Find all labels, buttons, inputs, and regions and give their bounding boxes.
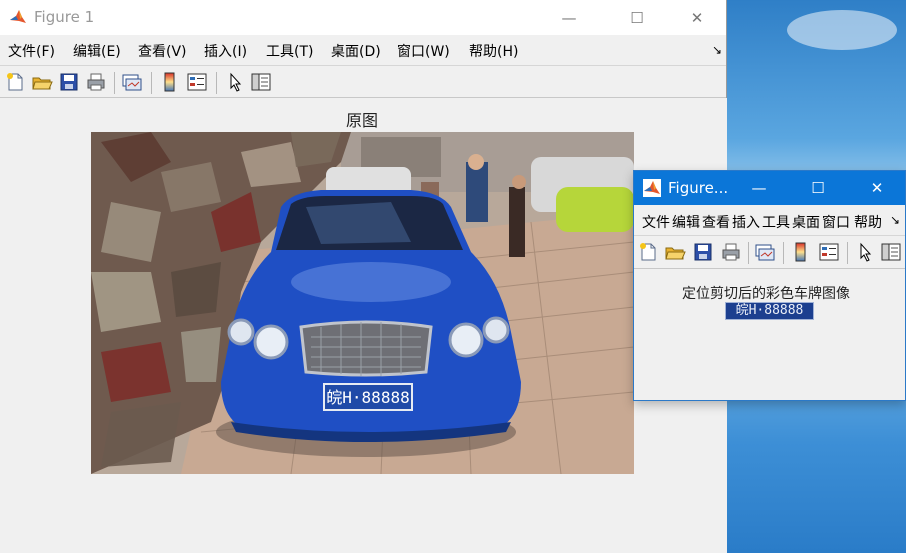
menu-window[interactable]: 窗口 — [822, 212, 850, 232]
maximize-button[interactable]: ☐ — [795, 171, 841, 205]
property-editor-icon[interactable] — [250, 71, 272, 93]
open-file-icon[interactable] — [31, 71, 53, 93]
menu-tools[interactable]: 工具 — [762, 212, 790, 232]
toolbar-separator — [748, 242, 749, 264]
menu-desktop[interactable]: 桌面(D) — [331, 41, 381, 61]
print-icon[interactable] — [85, 71, 107, 93]
property-editor-icon[interactable] — [880, 241, 902, 263]
menu-edit[interactable]: 编辑(E) — [73, 41, 121, 61]
dock-arrow-icon[interactable]: ↘ — [890, 213, 900, 227]
pointer-icon[interactable] — [854, 241, 876, 263]
maximize-button[interactable]: ☐ — [614, 0, 660, 35]
colorbar-icon[interactable] — [790, 241, 812, 263]
new-figure-icon[interactable] — [637, 241, 659, 263]
cloud — [787, 10, 897, 50]
figure-toolbar — [634, 235, 905, 269]
menu-window[interactable]: 窗口(W) — [397, 41, 450, 61]
minimize-icon: — — [561, 8, 577, 27]
minimize-button[interactable]: — — [546, 0, 592, 35]
menu-view[interactable]: 查看(V) — [138, 41, 187, 61]
figure2-window[interactable]: Figure... — ☐ ✕ 文件 编辑 查看 插入 工具 桌面 窗口 帮助 … — [633, 170, 906, 401]
save-icon[interactable] — [58, 71, 80, 93]
menu-bar: 文件(F) 编辑(E) 查看(V) 插入(I) 工具(T) 桌面(D) 窗口(W… — [0, 35, 726, 65]
open-file-icon[interactable] — [664, 241, 686, 263]
toolbar-separator — [783, 242, 784, 264]
window-title: Figure 1 — [34, 8, 95, 26]
menu-file[interactable]: 文件(F) — [8, 41, 55, 61]
menu-edit[interactable]: 编辑 — [672, 212, 700, 232]
legend-icon[interactable] — [186, 71, 208, 93]
toolbar-separator — [151, 72, 152, 94]
menu-bar: 文件 编辑 查看 插入 工具 桌面 窗口 帮助 ↘ — [634, 205, 905, 235]
print-icon[interactable] — [720, 241, 742, 263]
car-photo: 皖H·88888 — [91, 132, 634, 474]
minimize-button[interactable]: — — [736, 171, 782, 205]
menu-insert[interactable]: 插入 — [732, 212, 760, 232]
figure-toolbar — [0, 65, 726, 98]
legend-icon[interactable] — [818, 241, 840, 263]
plate-text: 皖H·88888 — [326, 388, 409, 407]
menu-insert[interactable]: 插入(I) — [204, 41, 247, 61]
menu-file[interactable]: 文件 — [642, 212, 670, 232]
maximize-icon: ☐ — [811, 179, 825, 197]
menu-tools[interactable]: 工具(T) — [266, 41, 313, 61]
minimize-icon: — — [751, 179, 767, 197]
toolbar-separator — [847, 242, 848, 264]
dock-arrow-icon[interactable]: ↘ — [712, 43, 722, 57]
link-plot-icon[interactable] — [754, 241, 776, 263]
original-image: 皖H·88888 — [91, 132, 634, 474]
window-title: Figure... — [668, 179, 729, 197]
menu-help[interactable]: 帮助 — [854, 212, 882, 232]
close-icon: ✕ — [870, 179, 884, 197]
figure2-titlebar[interactable]: Figure... — ☐ ✕ — [634, 171, 905, 205]
cropped-plate-image: 皖H·88888 — [725, 302, 814, 320]
matlab-icon — [643, 179, 661, 197]
close-button[interactable]: ✕ — [854, 171, 900, 205]
toolbar-separator — [114, 72, 115, 94]
matlab-icon — [9, 8, 27, 26]
new-figure-icon[interactable] — [4, 71, 26, 93]
menu-help[interactable]: 帮助(H) — [469, 41, 518, 61]
figure1-titlebar[interactable]: Figure 1 — ☐ ✕ — [0, 0, 726, 35]
menu-desktop[interactable]: 桌面 — [792, 212, 820, 232]
close-button[interactable]: ✕ — [674, 0, 720, 35]
pointer-icon[interactable] — [224, 71, 246, 93]
maximize-icon: ☐ — [630, 8, 644, 27]
colorbar-icon[interactable] — [159, 71, 181, 93]
toolbar-separator — [216, 72, 217, 94]
link-plot-icon[interactable] — [121, 71, 143, 93]
close-icon: ✕ — [690, 8, 704, 27]
axes-title: 定位剪切后的彩色车牌图像 — [682, 286, 850, 302]
figure1-window[interactable]: Figure 1 — ☐ ✕ 文件(F) 编辑(E) 查看(V) 插入(I) 工… — [0, 0, 727, 553]
axes-title: 原图 — [346, 111, 379, 130]
menu-view[interactable]: 查看 — [702, 212, 730, 232]
save-icon[interactable] — [692, 241, 714, 263]
